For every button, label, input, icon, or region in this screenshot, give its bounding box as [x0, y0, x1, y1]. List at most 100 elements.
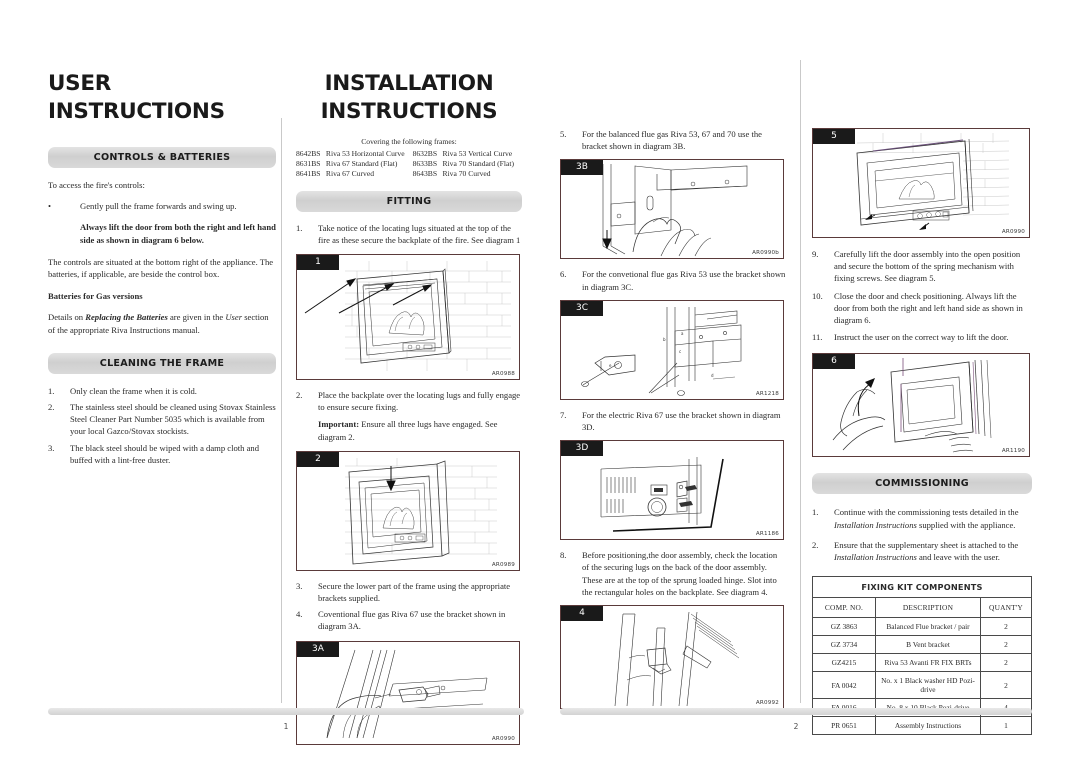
commissioning-step-9: 9. Carefully lift the door assembly into… — [812, 248, 1032, 285]
frame-code: 8631BS — [296, 158, 321, 168]
kit-table-title: FIXING KIT COMPONENTS — [812, 576, 1032, 599]
document-spread: USER INSTRUCTIONS CONTROLS & BATTERIES T… — [0, 0, 1080, 763]
cleaning-frame-list: 1. Only clean the frame when it is cold.… — [48, 385, 276, 466]
table-row: GZ4215 Riva 53 Avanti FR FIX BRTs 2 — [812, 653, 1032, 673]
frame-code: 8641BS — [296, 169, 321, 178]
figure-3b-balanced-flue-bracket: 3B AR0990b — [560, 159, 784, 260]
controls-bullet-item: • Gently pull the frame forwards and swi… — [48, 200, 276, 212]
figure-3c-artwork: b a c d e — [581, 306, 742, 396]
figure-3c-callout: b — [663, 337, 666, 342]
kit-description: No. x 1 Black washer HD Pozi-drive — [875, 671, 981, 700]
frame-name: Riva 53 Vertical Curve — [442, 148, 513, 158]
column-commissioning: 5 AR0990 9. Carefully lift the door asse… — [812, 128, 1032, 736]
figure-tag: 2 — [297, 451, 339, 467]
controls-bullet-text: Gently pull the frame forwards and swing… — [80, 201, 237, 212]
column-divider-1 — [281, 118, 282, 703]
kit-header-description: DESCRIPTION — [875, 597, 981, 619]
figure-2-artwork — [345, 457, 497, 565]
page-title-user-instructions: USER INSTRUCTIONS — [48, 71, 225, 124]
list-item: 1. Only clean the frame when it is cold. — [48, 385, 276, 397]
commissioning-step-10: 10. Close the door and check positioning… — [812, 290, 1032, 327]
figure-1-locating-lugs: 1 AR0988 — [296, 254, 520, 380]
section-heading-fitting: FITTING — [296, 190, 522, 212]
covered-frames-table: 8642BS Riva 53 Horizontal Curve 8632BS R… — [296, 148, 522, 179]
table-row: GZ 3863 Balanced Flue bracket / pair 2 — [812, 617, 1032, 637]
fitting-step-4: 4. Coventional flue gas Riva 67 use the … — [296, 608, 522, 632]
frame-name: Riva 67 Curved — [325, 169, 374, 178]
figure-code: AR0989 — [491, 561, 515, 568]
frame-name: Riva 70 Curved — [442, 169, 491, 178]
column-divider-2 — [800, 60, 801, 703]
figure-code: AR0990 — [491, 735, 515, 742]
figure-5-artwork — [856, 133, 1010, 230]
page-title-installation-line1: INSTALLATION — [324, 71, 494, 96]
step-number: 3. — [296, 580, 303, 591]
frame-code: 8633BS — [412, 158, 438, 168]
column-installation-instructions: INSTALLATION INSTRUCTIONS Covering the f… — [296, 70, 522, 745]
step-text: Place the backplate over the locating lu… — [318, 390, 521, 413]
comm1-emphasis: Installation Instructions — [834, 519, 917, 530]
controls-bold-note: Always lift the door from both the right… — [48, 221, 276, 245]
step-number: 10. — [812, 290, 823, 301]
kit-comp-no: GZ 3734 — [812, 635, 876, 655]
figure-tag: 6 — [813, 354, 855, 370]
figure-code: AR0988 — [491, 371, 515, 377]
fitting-step-7: 7. For the electric Riva 67 use the brac… — [560, 409, 786, 433]
para3-part-c: are given in the — [167, 312, 226, 323]
step-text: Secure the lower part of the frame using… — [318, 580, 511, 604]
kit-header-comp-no: COMP. NO. — [812, 597, 876, 619]
figure-3c-callout: a — [681, 331, 684, 336]
fitting-step-1: 1. Take notice of the locating lugs situ… — [296, 222, 522, 246]
table-row: 8631BS Riva 67 Standard (Flat) 8633BS Ri… — [296, 158, 522, 168]
page-number-right: 2 — [793, 722, 799, 731]
page-title-installation-line2: INSTRUCTIONS — [320, 98, 498, 124]
list-text: Only clean the frame when it is cold. — [70, 385, 197, 396]
frame-name: Riva 53 Horizontal Curve — [325, 148, 405, 158]
figure-6-lifting-door: 6 AR1190 — [812, 353, 1030, 458]
figure-code: AR0990b — [752, 250, 779, 257]
figure-tag: 3D — [561, 441, 603, 457]
footer-right-page: 2 — [560, 708, 1032, 731]
commissioning-step-11: 11. Instruct the user on the correct way… — [812, 331, 1032, 343]
frame-code: 8643BS — [412, 169, 438, 178]
figure-code: AR1186 — [755, 531, 779, 538]
list-item: 2. The stainless steel should be cleaned… — [48, 401, 276, 438]
footer-left-page: 1 — [48, 708, 524, 731]
figure-tag: 5 — [813, 129, 855, 144]
list-number: 3. — [48, 442, 55, 453]
fitting-step-5: 5. For the balanced flue gas Riva 53, 67… — [560, 128, 786, 152]
step-number: 6. — [560, 269, 567, 280]
figure-1-artwork — [304, 261, 511, 371]
step-number: 11. — [812, 332, 823, 343]
important-label: Important: — [318, 419, 360, 430]
table-row: FA 0042 No. x 1 Black washer HD Pozi-dri… — [812, 671, 1032, 700]
list-text: The black steel should be wiped with a d… — [70, 442, 260, 465]
column-user-instructions: USER INSTRUCTIONS CONTROLS & BATTERIES T… — [48, 70, 276, 470]
list-text: The stainless steel should be cleaned us… — [70, 402, 276, 437]
list-number: 2. — [812, 539, 819, 550]
figure-5-door-open-position: 5 AR0990 — [812, 128, 1030, 238]
comm1-part-a: Continue with the commissioning tests de… — [834, 507, 1019, 518]
kit-comp-no: GZ4215 — [812, 653, 876, 673]
step-number: 5. — [560, 129, 567, 139]
frame-name: Riva 70 Standard (Flat) — [442, 158, 515, 168]
comm2-part-c: and leave with the user. — [916, 552, 1000, 563]
step-number: 4. — [296, 609, 303, 620]
controls-bold-note-text: Always lift the door from both the right… — [80, 222, 276, 245]
kit-comp-no: FA 0042 — [812, 671, 876, 700]
step-number: 1. — [296, 222, 303, 233]
figure-tag: 3A — [297, 641, 339, 657]
frames-caption: Covering the following frames: — [361, 137, 457, 147]
kit-quantity: 2 — [980, 617, 1032, 637]
comm1-part-c: supplied with the appliance. — [916, 519, 1016, 530]
fitting-step-8: 8. Before positioning,the door assembly,… — [560, 549, 786, 598]
list-number: 2. — [48, 402, 55, 413]
commissioning-item-1: 1. Continue with the commissioning tests… — [812, 506, 1032, 530]
bullet-dot-icon: • — [48, 201, 52, 212]
step-text: For the convetional flue gas Riva 53 use… — [582, 269, 786, 292]
kit-quantity: 2 — [980, 635, 1032, 655]
figure-code: AR1190 — [1001, 448, 1025, 455]
fitting-step-6: 6. For the convetional flue gas Riva 53 … — [560, 268, 786, 292]
list-number: 1. — [812, 507, 819, 518]
step-text: Take notice of the locating lugs situate… — [318, 222, 521, 245]
